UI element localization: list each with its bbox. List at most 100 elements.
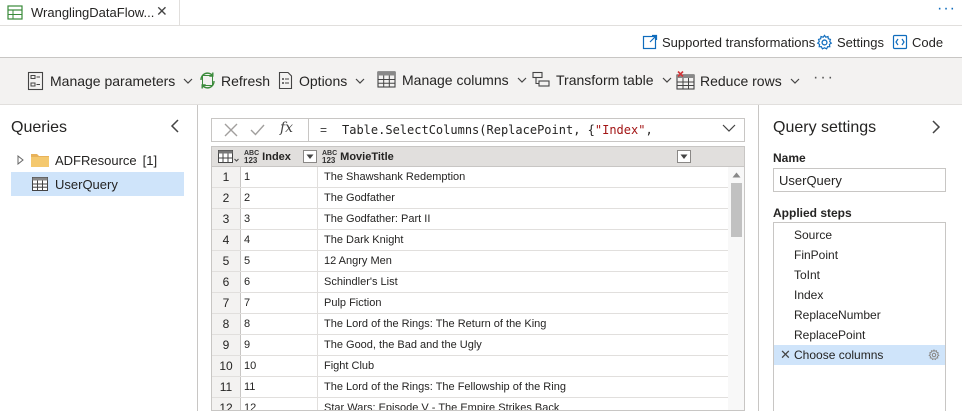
cell-index[interactable]: 3 <box>241 209 318 229</box>
applied-step-label: ReplaceNumber <box>794 308 881 322</box>
cell-movietitle[interactable]: The Dark Knight <box>318 230 728 250</box>
table-row[interactable]: 6 6 Schindler's List <box>212 272 728 293</box>
table-row[interactable]: 4 4 The Dark Knight <box>212 230 728 251</box>
table-menu-icon[interactable] <box>218 150 240 164</box>
supported-transformations-link[interactable]: Supported transformations <box>642 34 815 50</box>
row-number[interactable]: 6 <box>212 272 241 292</box>
table-row[interactable]: 11 11 The Lord of the Rings: The Fellowshi… <box>212 377 728 398</box>
query-item-userquery[interactable]: UserQuery <box>11 172 184 196</box>
query-item-adfresource[interactable]: ADFResource [1] <box>11 148 184 172</box>
scroll-up-icon[interactable] <box>732 172 741 178</box>
row-number[interactable]: 8 <box>212 314 241 334</box>
cell-movietitle[interactable]: The Lord of the Rings: The Fellowship of… <box>318 377 728 397</box>
dataflow-tab[interactable]: WranglingDataFlow... ✕ <box>0 0 180 26</box>
row-number[interactable]: 1 <box>212 167 241 187</box>
table-row[interactable]: 1 1 The Shawshank Redemption <box>212 167 728 188</box>
row-number[interactable]: 5 <box>212 251 241 271</box>
formula-equals: = <box>320 123 328 137</box>
column-filter-button[interactable] <box>677 150 691 163</box>
code-link[interactable]: Code <box>892 34 943 50</box>
column-header-movietitle[interactable]: ABC 123 MovieTitle <box>322 147 394 167</box>
any-type-icon[interactable]: ABC 123 <box>244 150 259 165</box>
cell-index[interactable]: 1 <box>241 167 318 187</box>
external-link-icon <box>642 34 658 50</box>
row-number[interactable]: 10 <box>212 356 241 376</box>
expand-triangle-icon[interactable] <box>17 155 25 165</box>
settings-link[interactable]: Settings <box>816 34 884 51</box>
row-number[interactable]: 3 <box>212 209 241 229</box>
fx-icon[interactable]: fx <box>280 120 293 136</box>
refresh-button[interactable]: Refresh <box>198 71 270 90</box>
vertical-scrollbar[interactable] <box>728 167 744 410</box>
delete-step-icon[interactable]: ✕ <box>780 345 791 365</box>
toolbar-more-icon[interactable]: ··· <box>813 69 835 87</box>
cell-movietitle[interactable]: The Godfather: Part II <box>318 209 728 229</box>
commit-check-icon[interactable] <box>250 123 265 137</box>
cancel-icon[interactable] <box>224 123 238 137</box>
options-button[interactable]: Options <box>278 71 365 90</box>
table-row[interactable]: 10 10 Fight Club <box>212 356 728 377</box>
cell-index[interactable]: 2 <box>241 188 318 208</box>
scrollbar-thumb[interactable] <box>731 183 742 237</box>
table-row[interactable]: 7 7 Pulp Fiction <box>212 293 728 314</box>
cell-index[interactable]: 4 <box>241 230 318 250</box>
table-row[interactable]: 8 8 The Lord of the Rings: The Return of t… <box>212 314 728 335</box>
cell-index[interactable]: 12 <box>241 398 318 410</box>
transform-table-label: Transform table <box>556 71 654 88</box>
cell-movietitle[interactable]: Pulp Fiction <box>318 293 728 313</box>
row-number[interactable]: 11 <box>212 377 241 397</box>
row-number[interactable]: 2 <box>212 188 241 208</box>
type-badge-bottom: 123 <box>322 155 336 165</box>
applied-steps-list: Source FinPoint ToInt Index ReplaceNumber Rep… <box>773 222 946 411</box>
gear-icon[interactable] <box>928 349 940 361</box>
manage-parameters-button[interactable]: Manage parameters <box>27 71 193 91</box>
reduce-rows-button[interactable]: Reduce rows <box>676 71 800 90</box>
column-filter-button[interactable] <box>303 150 317 163</box>
any-type-icon[interactable]: ABC 123 <box>322 150 337 165</box>
cell-index[interactable]: 5 <box>241 251 318 271</box>
cell-movietitle[interactable]: The Godfather <box>318 188 728 208</box>
transform-table-button[interactable]: Transform table <box>532 71 672 88</box>
table-row[interactable]: 9 9 The Good, the Bad and the Ugly <box>212 335 728 356</box>
applied-step[interactable]: ReplaceNumber <box>774 305 945 325</box>
cell-index[interactable]: 8 <box>241 314 318 334</box>
table-row[interactable]: 5 5 12 Angry Men <box>212 251 728 272</box>
manage-columns-button[interactable]: Manage columns <box>377 71 527 88</box>
row-number[interactable]: 9 <box>212 335 241 355</box>
chevron-down-icon[interactable] <box>722 123 736 133</box>
name-label: Name <box>773 151 806 165</box>
row-number[interactable]: 4 <box>212 230 241 250</box>
table-row[interactable]: 2 2 The Godfather <box>212 188 728 209</box>
cell-movietitle[interactable]: Schindler's List <box>318 272 728 292</box>
applied-step[interactable]: ReplacePoint <box>774 325 945 345</box>
applied-step[interactable]: FinPoint <box>774 245 945 265</box>
cell-index[interactable]: 11 <box>241 377 318 397</box>
applied-step[interactable]: Index <box>774 285 945 305</box>
column-header-index[interactable]: ABC 123 Index <box>244 147 291 167</box>
formula-text[interactable]: Table.SelectColumns(ReplacePoint, {"Inde… <box>342 123 653 137</box>
cell-movietitle[interactable]: The Shawshank Redemption <box>318 167 728 187</box>
cell-movietitle[interactable]: Fight Club <box>318 356 728 376</box>
cell-movietitle[interactable]: Star Wars: Episode V - The Empire Strike… <box>318 398 728 410</box>
table-row[interactable]: 3 3 The Godfather: Part II <box>212 209 728 230</box>
cell-index[interactable]: 10 <box>241 356 318 376</box>
chevron-left-icon[interactable] <box>170 119 180 133</box>
table-row[interactable]: 12 12 Star Wars: Episode V - The Empire St… <box>212 398 728 410</box>
query-name-input[interactable] <box>773 168 946 192</box>
applied-step-label: Index <box>794 288 824 302</box>
applied-step[interactable]: ToInt <box>774 265 945 285</box>
applied-step[interactable]: Source <box>774 225 945 245</box>
cell-index[interactable]: 9 <box>241 335 318 355</box>
cell-movietitle[interactable]: The Lord of the Rings: The Return of the… <box>318 314 728 334</box>
more-options-icon[interactable]: ··· <box>937 0 956 18</box>
query-settings-pane: Query settings Name Applied steps Source… <box>758 105 962 411</box>
cell-movietitle[interactable]: The Good, the Bad and the Ugly <box>318 335 728 355</box>
cell-index[interactable]: 6 <box>241 272 318 292</box>
cell-index[interactable]: 7 <box>241 293 318 313</box>
applied-step[interactable]: ✕ Choose columns <box>774 345 945 365</box>
cell-movietitle[interactable]: 12 Angry Men <box>318 251 728 271</box>
close-icon[interactable]: ✕ <box>156 3 168 20</box>
chevron-right-icon[interactable] <box>931 120 941 134</box>
row-number[interactable]: 12 <box>212 398 241 410</box>
row-number[interactable]: 7 <box>212 293 241 313</box>
